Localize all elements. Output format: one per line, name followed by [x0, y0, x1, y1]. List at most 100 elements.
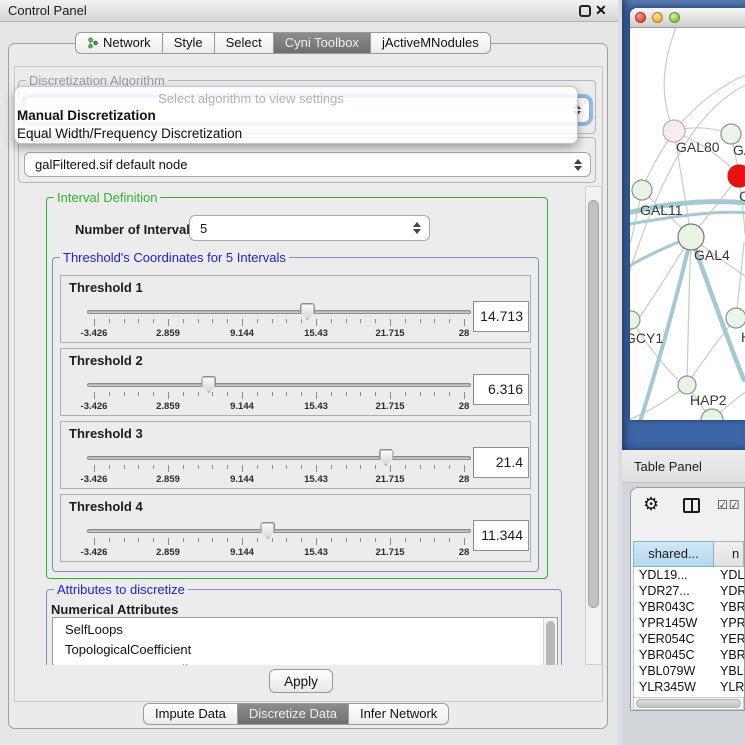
- table-row[interactable]: YPR145WYPR1: [634, 615, 744, 631]
- tab-network[interactable]: Network: [75, 32, 163, 54]
- threshold-slider[interactable]: -3.4262.8599.14415.4321.71528: [87, 303, 471, 339]
- slider-thumb[interactable]: [379, 449, 394, 466]
- network-node[interactable]: [632, 180, 652, 200]
- network-edge: [674, 74, 745, 131]
- cell-name[interactable]: YLR3: [714, 679, 744, 695]
- tab-impute-data[interactable]: Impute Data: [143, 703, 238, 725]
- cell-shared-name[interactable]: YBR043C: [634, 599, 714, 615]
- cell-name[interactable]: YBR0: [714, 599, 744, 615]
- slider-thumb[interactable]: [300, 303, 315, 320]
- table-header-row: shared... n: [633, 541, 744, 567]
- float-window-icon[interactable]: [579, 5, 591, 17]
- column-layout-icon[interactable]: [683, 498, 700, 513]
- network-node[interactable]: [726, 308, 745, 328]
- tab-discretize-data[interactable]: Discretize Data: [238, 703, 349, 725]
- table-row[interactable]: YDL19...YDL1: [634, 567, 744, 583]
- network-view-frame: GAL80GACGAL11GAL4GCY1HHAP2: [622, 0, 745, 450]
- list-scrollbar[interactable]: [543, 618, 557, 665]
- network-node[interactable]: [728, 165, 745, 187]
- tab-jactivemnodules[interactable]: jActiveMNodules: [371, 32, 491, 54]
- tab-label: Impute Data: [155, 704, 226, 724]
- tab-select[interactable]: Select: [215, 32, 274, 54]
- check-icon[interactable]: ☑: [717, 498, 729, 512]
- cell-shared-name[interactable]: YBR045C: [634, 647, 714, 663]
- tick-label: 9.144: [230, 328, 254, 339]
- network-canvas[interactable]: GAL80GACGAL11GAL4GCY1HHAP2: [630, 28, 745, 420]
- table-row[interactable]: YBL079WYBL0: [634, 663, 744, 679]
- settings-scrollbar-thumb[interactable]: [588, 200, 599, 608]
- tick-label: 28: [459, 474, 470, 485]
- apply-button[interactable]: Apply: [269, 669, 333, 693]
- cell-shared-name[interactable]: YER054C: [634, 631, 714, 647]
- cell-shared-name[interactable]: YBL079W: [634, 663, 714, 679]
- cell-name[interactable]: YPR1: [714, 615, 744, 631]
- attribute-list-item[interactable]: SelfLoops: [53, 618, 557, 640]
- network-node-label: GAL80: [676, 139, 720, 155]
- threshold-value-field[interactable]: 11.344: [473, 520, 529, 551]
- attribute-list-item[interactable]: BetweennessCentrality: [53, 660, 557, 665]
- threshold-value-field[interactable]: 14.713: [473, 301, 529, 332]
- network-node-label: GAL4: [694, 247, 730, 263]
- slider-track[interactable]: [87, 383, 471, 387]
- threshold-slider[interactable]: -3.4262.8599.14415.4321.71528: [87, 376, 471, 412]
- threshold-slider[interactable]: -3.4262.8599.14415.4321.71528: [87, 449, 471, 485]
- tick-label: 9.144: [230, 401, 254, 412]
- table-row[interactable]: YER054CYER0: [634, 631, 744, 647]
- cell-shared-name[interactable]: YPR145W: [634, 615, 714, 631]
- zoom-traffic-light-icon[interactable]: [669, 12, 680, 23]
- list-scrollbar-thumb[interactable]: [546, 621, 555, 665]
- table-hscrollbar[interactable]: [633, 697, 744, 710]
- table-row[interactable]: YBR045CYBR0: [634, 647, 744, 663]
- cell-name[interactable]: YDR2: [714, 583, 744, 599]
- cell-name[interactable]: YDL1: [714, 567, 744, 583]
- table-row[interactable]: YDR27...YDR2: [634, 583, 744, 599]
- network-node-label: C: [739, 188, 745, 204]
- table-data-combobox[interactable]: galFiltered.sif default node: [24, 152, 591, 177]
- attributes-listbox[interactable]: SelfLoopsTopologicalCoefficientBetweenne…: [52, 617, 558, 665]
- table-row[interactable]: YBR043CYBR0: [634, 599, 744, 615]
- tab-label: jActiveMNodules: [382, 33, 479, 53]
- dropdown-option[interactable]: Equal Width/Frequency Discretization: [15, 125, 577, 143]
- cell-name[interactable]: YBL0: [714, 663, 744, 679]
- tab-style[interactable]: Style: [163, 32, 215, 54]
- dropdown-option[interactable]: Manual Discretization: [15, 107, 577, 125]
- threshold-value-field[interactable]: 6.316: [473, 374, 529, 405]
- tab-label: Infer Network: [360, 704, 437, 724]
- table-rows[interactable]: YDL19...YDL1YDR27...YDR2YBR043CYBR0YPR14…: [633, 567, 744, 697]
- network-window-titlebar[interactable]: [630, 8, 745, 28]
- cell-shared-name[interactable]: YDR27...: [634, 583, 714, 599]
- settings-scrollbar[interactable]: [585, 186, 602, 665]
- check-icon[interactable]: ☑: [729, 498, 741, 512]
- table-panel-titlebar[interactable]: Table Panel: [622, 450, 745, 483]
- network-edge: [736, 242, 744, 318]
- gear-icon[interactable]: ⚙: [643, 495, 659, 513]
- tab-infer-network[interactable]: Infer Network: [349, 703, 449, 725]
- cell-shared-name[interactable]: YDL19...: [634, 567, 714, 583]
- tick-label: 15.43: [304, 328, 328, 339]
- close-icon[interactable]: ✕: [595, 2, 607, 19]
- slider-track[interactable]: [87, 529, 471, 533]
- control-panel-titlebar[interactable]: Control Panel ✕: [0, 0, 618, 22]
- column-header-shared-name[interactable]: shared...: [633, 541, 714, 567]
- cell-shared-name[interactable]: YLR345W: [634, 679, 714, 695]
- column-header-name[interactable]: n: [714, 541, 744, 567]
- table-row[interactable]: YLR345WYLR3: [634, 679, 744, 695]
- attribute-list-item[interactable]: TopologicalCoefficient: [53, 640, 557, 660]
- cell-name[interactable]: YBR0: [714, 647, 744, 663]
- slider-thumb[interactable]: [201, 376, 216, 393]
- cell-name[interactable]: YER0: [714, 631, 744, 647]
- tab-cyni-toolbox[interactable]: Cyni Toolbox: [274, 32, 371, 54]
- minimize-traffic-light-icon[interactable]: [652, 12, 663, 23]
- checkbox-icons[interactable]: ☑☑: [717, 498, 741, 512]
- num-intervals-combobox[interactable]: 5: [189, 215, 430, 241]
- slider-track[interactable]: [87, 456, 471, 460]
- network-node[interactable]: [630, 311, 640, 329]
- threshold-value-field[interactable]: 21.4: [473, 447, 529, 478]
- close-traffic-light-icon[interactable]: [635, 12, 646, 23]
- tick-label: 9.144: [230, 547, 254, 558]
- threshold-slider[interactable]: -3.4262.8599.14415.4321.71528: [87, 522, 471, 558]
- network-node[interactable]: [721, 124, 741, 144]
- table-hscrollbar-thumb[interactable]: [636, 699, 741, 708]
- slider-thumb[interactable]: [260, 522, 275, 539]
- slider-track[interactable]: [87, 310, 471, 314]
